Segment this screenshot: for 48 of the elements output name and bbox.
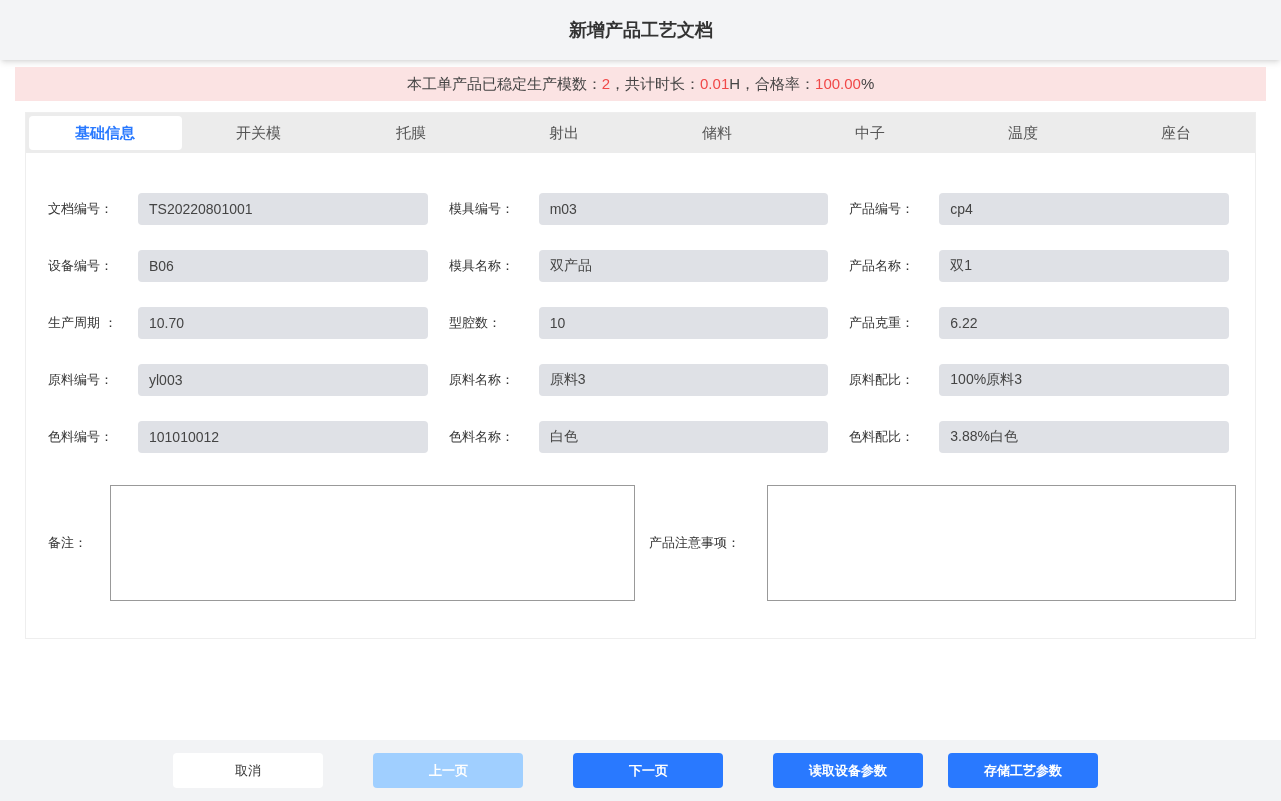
field-label: 产品名称： (849, 257, 916, 276)
input-field[interactable]: m03 (538, 193, 829, 225)
tab[interactable]: 中子 (793, 116, 947, 150)
input-field[interactable]: 原料3 (538, 364, 829, 396)
footer-button[interactable]: 读取设备参数 (773, 753, 923, 788)
field-label: 原料编号： (48, 371, 114, 390)
footer-button[interactable]: 取消 (173, 753, 323, 788)
field-label: 模具名称： (448, 257, 515, 276)
input-field[interactable]: 双1 (939, 250, 1229, 282)
input-field[interactable]: 3.88%白色 (939, 421, 1229, 453)
field-label: 产品编号： (849, 200, 916, 219)
footer-button[interactable]: 存储工艺参数 (948, 753, 1098, 788)
input-field[interactable]: 10.70 (138, 307, 428, 339)
field-label: 型腔数： (448, 314, 502, 333)
text-area[interactable] (767, 485, 1236, 601)
input-field[interactable]: TS20220801001 (138, 193, 428, 225)
tab[interactable]: 射出 (487, 116, 641, 150)
input-field[interactable]: B06 (138, 250, 428, 282)
input-field[interactable]: 101010012 (138, 421, 428, 453)
input-field[interactable]: yl003 (138, 364, 428, 396)
input-field[interactable]: 双产品 (538, 250, 829, 282)
input-field[interactable]: 6.22 (939, 307, 1229, 339)
input-field[interactable]: 100%原料3 (939, 364, 1229, 396)
field-label: 产品注意事项： (649, 534, 741, 553)
text-area[interactable] (110, 485, 635, 601)
footer-button[interactable]: 下一页 (573, 753, 723, 788)
tab[interactable]: 托膜 (334, 116, 488, 150)
field-label: 原料配比： (849, 371, 916, 390)
tab[interactable]: 温度 (946, 116, 1100, 150)
tab[interactable]: 基础信息 (29, 116, 182, 150)
field-label: 色料配比： (849, 428, 916, 447)
tab[interactable]: 开关模 (181, 116, 335, 150)
status-text: 本工单产品已稳定生产模数：2，共计时长：0.01H，合格率：100.00% (406, 73, 875, 94)
field-label: 生产周期 ： (48, 314, 118, 333)
field-label: 色料名称： (448, 428, 515, 447)
field-label: 产品克重： (849, 314, 916, 333)
field-label: 模具编号： (448, 200, 515, 219)
tab[interactable]: 储料 (640, 116, 794, 150)
field-label: 备注： (48, 534, 88, 553)
field-label: 色料编号： (48, 428, 114, 447)
tab[interactable]: 座台 (1099, 116, 1252, 150)
input-field[interactable]: 白色 (538, 421, 829, 453)
field-label: 文档编号： (48, 200, 114, 219)
input-field[interactable]: 10 (538, 307, 829, 339)
input-field[interactable]: cp4 (939, 193, 1229, 225)
field-label: 原料名称： (448, 371, 515, 390)
field-label: 设备编号： (48, 257, 114, 276)
page-title: 新增产品工艺文档 (568, 18, 713, 42)
